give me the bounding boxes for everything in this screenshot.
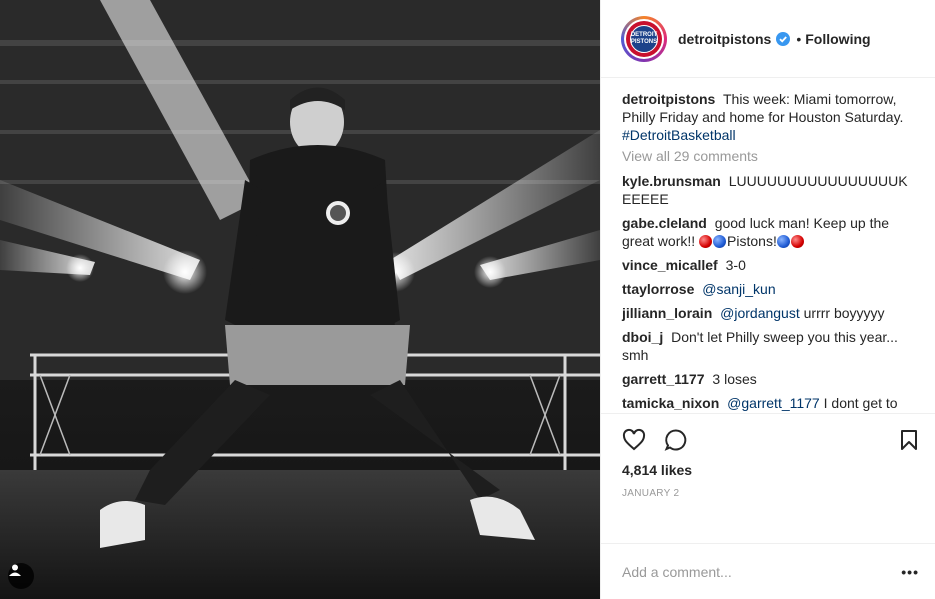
post-actions: 4,814 likes JANUARY 2 <box>601 413 935 543</box>
post-header: DETROIT PISTONS detroitpistons • Followi… <box>601 0 935 78</box>
comment-mention[interactable]: @garrett_1177 <box>727 395 820 411</box>
comment-username[interactable]: dboi_j <box>622 329 663 345</box>
caption-username[interactable]: detroitpistons <box>622 91 715 107</box>
add-comment-input[interactable]: Add a comment... <box>622 564 901 580</box>
heart-icon[interactable] <box>622 428 646 452</box>
comment: garrett_1177 3 loses <box>622 370 919 388</box>
comment-username[interactable]: jilliann_lorain <box>622 305 712 321</box>
bookmark-icon[interactable] <box>899 429 919 451</box>
comment: dboi_j Don't let Philly sweep you this y… <box>622 328 919 364</box>
blue-ball-emoji <box>713 235 727 248</box>
comment-username[interactable]: kyle.brunsman <box>622 173 721 189</box>
post-side-panel: DETROIT PISTONS detroitpistons • Followi… <box>600 0 935 599</box>
comment-icon[interactable] <box>664 428 688 452</box>
arena-scene <box>0 0 600 599</box>
comment-text: 3-0 <box>725 257 746 273</box>
avatar-logo: DETROIT PISTONS <box>630 24 658 53</box>
comment: jilliann_lorain @jordangust urrrr boyyyy… <box>622 304 919 322</box>
view-all-comments-link[interactable]: View all 29 comments <box>622 148 919 164</box>
comment-text: urrrr boyyyyy <box>803 305 885 321</box>
comment: vince_micallef 3-0 <box>622 256 919 274</box>
comment: gabe.cleland good luck man! Keep up the … <box>622 214 919 250</box>
comment-text-2: Pistons! <box>727 233 777 249</box>
likes-count[interactable]: 4,814 likes <box>622 462 919 478</box>
avatar[interactable]: DETROIT PISTONS <box>621 15 667 62</box>
action-icons <box>622 422 919 458</box>
verified-badge-icon <box>776 31 791 46</box>
instagram-post: DETROIT PISTONS detroitpistons • Followi… <box>0 0 935 599</box>
comment-text: 3 loses <box>712 371 757 387</box>
comment-username[interactable]: vince_micallef <box>622 257 718 273</box>
red-ball-emoji <box>699 235 713 248</box>
more-options-button[interactable]: ••• <box>901 564 919 580</box>
blue-ball-emoji <box>776 235 790 248</box>
comment-username[interactable]: garrett_1177 <box>622 371 705 387</box>
comment-username[interactable]: ttaylorrose <box>622 281 694 297</box>
comment-mention[interactable]: @jordangust <box>720 305 800 321</box>
comment: ttaylorrose @sanji_kun <box>622 280 919 298</box>
caption-hashtag[interactable]: #DetroitBasketball <box>622 127 736 143</box>
comment: kyle.brunsman LUUUUUUUUUUUUUUUUK EEEEE <box>622 172 919 208</box>
comment-text: Don't let Philly sweep you this year... … <box>622 329 898 363</box>
post-date: JANUARY 2 <box>622 488 680 499</box>
user-tag-icon[interactable] <box>8 563 34 589</box>
red-ball-emoji <box>790 235 804 248</box>
following-button[interactable]: Following <box>805 31 870 47</box>
caption: detroitpistons This week: Miami tomorrow… <box>622 90 919 144</box>
add-comment-bar: Add a comment... ••• <box>601 543 935 599</box>
header-username[interactable]: detroitpistons <box>678 31 771 47</box>
comment-username[interactable]: gabe.cleland <box>622 215 707 231</box>
comment: tamicka_nixon @garrett_1177 I dont get t… <box>622 394 919 413</box>
header-separator: • <box>796 30 802 47</box>
comment-username[interactable]: tamicka_nixon <box>622 395 719 411</box>
post-photo[interactable] <box>0 0 600 599</box>
comments-list[interactable]: detroitpistons This week: Miami tomorrow… <box>601 78 935 413</box>
comment-mention[interactable]: @sanji_kun <box>702 281 775 297</box>
